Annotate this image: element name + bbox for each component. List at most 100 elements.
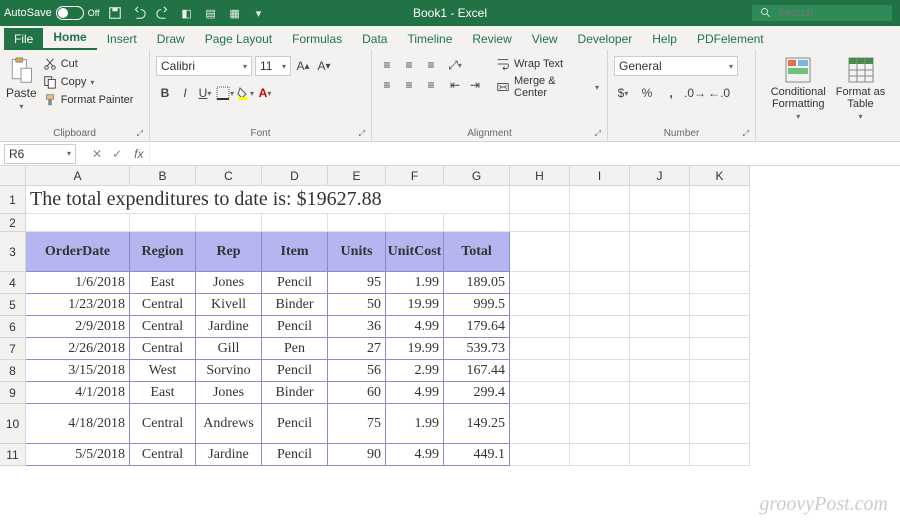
cell[interactable] [510, 232, 570, 272]
cell[interactable] [690, 316, 750, 338]
cell[interactable]: Pencil [262, 316, 328, 338]
cell[interactable] [196, 214, 262, 232]
cell[interactable] [510, 404, 570, 444]
cell[interactable] [570, 232, 630, 272]
cell[interactable]: 90 [328, 444, 386, 466]
cell[interactable] [570, 404, 630, 444]
col-header-H[interactable]: H [510, 166, 570, 186]
align-top-button[interactable]: ≡ [378, 56, 396, 74]
cell[interactable]: Central [130, 316, 196, 338]
row-header-4[interactable]: 4 [0, 272, 26, 294]
cell[interactable] [510, 360, 570, 382]
col-header-C[interactable]: C [196, 166, 262, 186]
cell[interactable]: 2/9/2018 [26, 316, 130, 338]
cell[interactable]: 36 [328, 316, 386, 338]
cell[interactable]: UnitCost [386, 232, 444, 272]
cell[interactable]: 50 [328, 294, 386, 316]
cell[interactable]: Jones [196, 272, 262, 294]
cell[interactable] [510, 382, 570, 404]
enter-formula-icon[interactable]: ✓ [112, 147, 122, 161]
cell[interactable]: Pencil [262, 360, 328, 382]
cell[interactable]: 56 [328, 360, 386, 382]
copy-button[interactable]: Copy▾ [41, 74, 136, 90]
cell[interactable]: 95 [328, 272, 386, 294]
row-header-8[interactable]: 8 [0, 360, 26, 382]
save-icon[interactable] [108, 6, 122, 20]
cell[interactable]: Binder [262, 382, 328, 404]
cell[interactable] [630, 404, 690, 444]
comma-button[interactable]: , [662, 84, 680, 102]
cell[interactable]: 189.05 [444, 272, 510, 294]
format-as-table-button[interactable]: Format as Table▾ [836, 56, 886, 121]
cell[interactable]: 4.99 [386, 444, 444, 466]
currency-button[interactable]: $▾ [614, 84, 632, 102]
cell[interactable]: 5/5/2018 [26, 444, 130, 466]
cell[interactable] [26, 214, 130, 232]
cell[interactable]: OrderDate [26, 232, 130, 272]
tab-help[interactable]: Help [642, 28, 687, 50]
row-header-7[interactable]: 7 [0, 338, 26, 360]
row-header-1[interactable]: 1 [0, 186, 26, 214]
cell[interactable]: Gill [196, 338, 262, 360]
dialog-launcher-icon[interactable]: ⤢ [359, 129, 365, 139]
cell[interactable] [630, 360, 690, 382]
cell[interactable]: Andrews [196, 404, 262, 444]
cell[interactable]: Total [444, 232, 510, 272]
cell[interactable]: Pencil [262, 444, 328, 466]
cell[interactable]: West [130, 360, 196, 382]
tab-data[interactable]: Data [352, 28, 397, 50]
cell[interactable]: Item [262, 232, 328, 272]
cell[interactable] [630, 294, 690, 316]
tab-formulas[interactable]: Formulas [282, 28, 352, 50]
border-button[interactable]: ▾ [216, 84, 234, 102]
number-format-select[interactable]: General▾ [614, 56, 738, 76]
cell[interactable] [690, 444, 750, 466]
cell[interactable]: 4/18/2018 [26, 404, 130, 444]
row-header-3[interactable]: 3 [0, 232, 26, 272]
align-bottom-button[interactable]: ≡ [422, 56, 440, 74]
qat-icon-1[interactable]: ◧ [180, 6, 194, 20]
col-header-K[interactable]: K [690, 166, 750, 186]
cell[interactable]: East [130, 272, 196, 294]
cell[interactable] [630, 338, 690, 360]
cell[interactable]: Region [130, 232, 196, 272]
col-header-B[interactable]: B [130, 166, 196, 186]
cancel-formula-icon[interactable]: ✕ [92, 147, 102, 161]
cell[interactable] [690, 338, 750, 360]
cell[interactable]: 1.99 [386, 404, 444, 444]
col-header-A[interactable]: A [26, 166, 130, 186]
dialog-launcher-icon[interactable]: ⤢ [137, 129, 143, 139]
cell[interactable]: 4/1/2018 [26, 382, 130, 404]
tab-page-layout[interactable]: Page Layout [195, 28, 282, 50]
align-middle-button[interactable]: ≡ [400, 56, 418, 74]
underline-button[interactable]: U▾ [196, 84, 214, 102]
cell[interactable]: 4.99 [386, 382, 444, 404]
tab-file[interactable]: File [4, 28, 43, 50]
row-header-11[interactable]: 11 [0, 444, 26, 466]
qat-dropdown-icon[interactable]: ▾ [252, 6, 266, 20]
cell[interactable] [570, 294, 630, 316]
font-size-select[interactable]: 11▾ [255, 56, 291, 76]
cell[interactable]: 449.1 [444, 444, 510, 466]
search-box[interactable] [752, 5, 892, 21]
cell[interactable]: 1/6/2018 [26, 272, 130, 294]
cell[interactable]: 539.73 [444, 338, 510, 360]
cell[interactable]: Kivell [196, 294, 262, 316]
cell[interactable]: Binder [262, 294, 328, 316]
cell[interactable] [570, 186, 630, 214]
cell[interactable] [690, 272, 750, 294]
tab-pdfelement[interactable]: PDFelement [687, 28, 774, 50]
cell[interactable] [510, 186, 570, 214]
cell[interactable]: Sorvino [196, 360, 262, 382]
cell[interactable] [510, 294, 570, 316]
italic-button[interactable]: I [176, 84, 194, 102]
cell[interactable]: 3/15/2018 [26, 360, 130, 382]
cell[interactable] [444, 214, 510, 232]
grow-font-button[interactable]: A▴ [294, 57, 312, 75]
cell[interactable]: Units [328, 232, 386, 272]
cell[interactable]: Pen [262, 338, 328, 360]
cell[interactable] [690, 382, 750, 404]
cell[interactable]: Central [130, 294, 196, 316]
cell[interactable]: Jones [196, 382, 262, 404]
cell[interactable]: 19.99 [386, 338, 444, 360]
